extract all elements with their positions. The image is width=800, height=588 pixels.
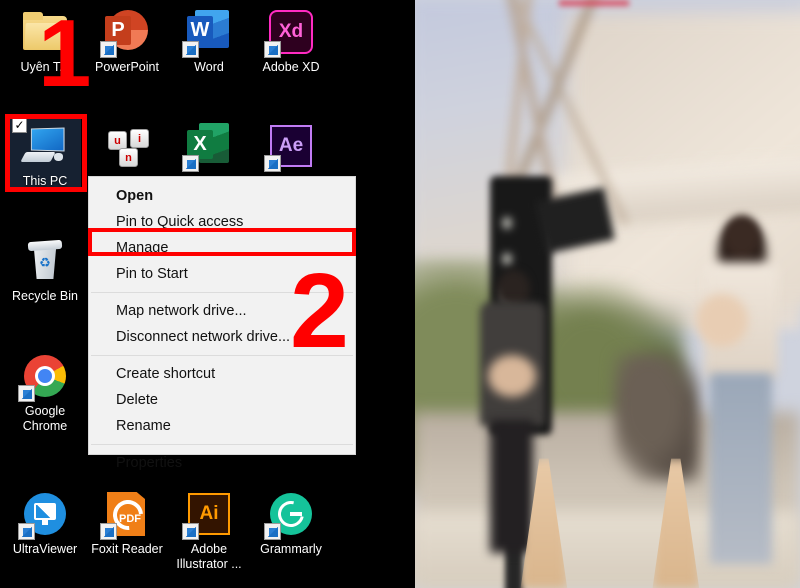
photo-red-smudge xyxy=(559,0,630,7)
shortcut-arrow-icon xyxy=(182,41,199,58)
grammarly-icon xyxy=(264,490,315,540)
google-chrome-icon xyxy=(18,352,69,402)
shortcut-arrow-icon xyxy=(18,523,35,540)
after-effects-icon: Ae xyxy=(264,122,315,172)
annotation-step-2: 2 xyxy=(290,252,349,370)
desktop-icon-recycle-bin[interactable]: ♻ Recycle Bin xyxy=(2,237,88,304)
desktop-icon-adobe-xd[interactable]: Xd Adobe XD xyxy=(248,8,334,75)
desktop-icon-excel[interactable]: X xyxy=(166,122,252,174)
desktop-icon-grammarly[interactable]: Grammarly xyxy=(248,490,334,557)
desktop-icon-label: Recycle Bin xyxy=(12,289,78,303)
desktop-icon-label: Grammarly xyxy=(260,542,322,556)
adobe-illustrator-icon: Ai xyxy=(182,490,233,540)
shortcut-arrow-icon xyxy=(182,523,199,540)
desktop-icon-label: Google Chrome xyxy=(22,404,68,433)
shortcut-arrow-icon xyxy=(182,155,199,172)
desktop-icon-foxit-reader[interactable]: PDF Foxit Reader xyxy=(84,490,170,557)
foxit-pdf-glyph: PDF xyxy=(119,513,141,525)
desktop-icon-ultraviewer[interactable]: UltraViewer xyxy=(2,490,88,557)
unikey-key-n: n xyxy=(119,148,138,167)
desktop-icon-label: Adobe XD xyxy=(262,60,320,74)
menu-item-rename[interactable]: Rename xyxy=(89,413,355,439)
photo-seated-people xyxy=(613,352,700,483)
powerpoint-icon: P xyxy=(100,8,151,58)
desktop-background[interactable]: Uyên T... P PowerPoint W Word Xd Adobe X… xyxy=(0,0,412,588)
excel-icon: X xyxy=(182,122,233,172)
desktop-icon-adobe-illustrator[interactable]: Ai Adobe Illustrator ... xyxy=(166,490,252,572)
desktop-icon-label: UltraViewer xyxy=(12,542,78,556)
desktop-icon-label: Word xyxy=(194,60,224,74)
menu-separator xyxy=(91,444,353,445)
menu-item-open[interactable]: Open xyxy=(89,183,355,209)
menu-item-properties[interactable]: Properties xyxy=(89,450,355,476)
screenshot-root: Uyên T... P PowerPoint W Word Xd Adobe X… xyxy=(0,0,800,588)
shortcut-arrow-icon xyxy=(100,41,117,58)
recycle-bin-icon: ♻ xyxy=(21,237,69,285)
adobe-xd-icon: Xd xyxy=(264,8,315,58)
desktop-icon-google-chrome[interactable]: Google Chrome xyxy=(2,352,88,434)
unikey-key-i: i xyxy=(130,129,149,148)
photo-person-right xyxy=(688,215,789,565)
desktop-icon-label: PowerPoint xyxy=(95,60,159,74)
unikey-icon: u i n xyxy=(103,122,151,170)
shortcut-arrow-icon xyxy=(100,523,117,540)
shortcut-arrow-icon xyxy=(264,523,281,540)
photo-left-edge xyxy=(412,0,415,588)
blurred-street-photo xyxy=(412,0,800,588)
desktop-icon-label: Foxit Reader xyxy=(91,542,163,556)
desktop-icon-after-effects[interactable]: Ae xyxy=(248,122,334,174)
desktop-icon-word[interactable]: W Word xyxy=(166,8,252,75)
menu-item-delete[interactable]: Delete xyxy=(89,387,355,413)
desktop-icon-unikey[interactable]: u i n xyxy=(84,122,170,174)
annotation-step-1: 1 xyxy=(38,0,92,107)
foxit-reader-icon: PDF xyxy=(100,490,151,540)
ultraviewer-icon xyxy=(18,490,69,540)
word-icon: W xyxy=(182,8,233,58)
desktop-icon-powerpoint[interactable]: P PowerPoint xyxy=(84,8,170,75)
annotation-highlight-this-pc xyxy=(5,114,87,192)
shortcut-arrow-icon xyxy=(18,385,35,402)
desktop-icon-label: Adobe Illustrator ... xyxy=(176,542,242,571)
shortcut-arrow-icon xyxy=(264,155,281,172)
shortcut-arrow-icon xyxy=(264,41,281,58)
